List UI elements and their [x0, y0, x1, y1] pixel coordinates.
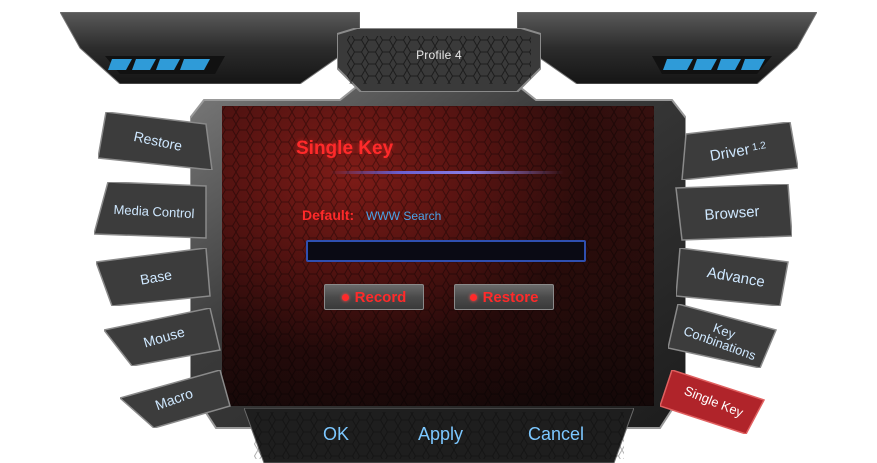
tab-single-key[interactable]: Single Key [660, 370, 780, 434]
record-button-label: Record [354, 288, 407, 306]
tab-media-control-label: Media Control [113, 201, 195, 221]
restore-dot-icon [469, 293, 477, 301]
left-top-wing-decoration [60, 12, 360, 84]
restore-button[interactable]: Restore [454, 284, 554, 310]
right-top-wing-decoration [517, 12, 817, 84]
tab-browser-label: Browser [703, 202, 761, 224]
cancel-button[interactable]: Cancel [528, 424, 584, 445]
tab-media-control[interactable]: Media Control [94, 182, 214, 240]
software-window: Profile 4 Single Key Default: WWW Search… [0, 0, 877, 463]
page-title: Single Key [296, 138, 394, 159]
driver-version: 1.2 [751, 140, 767, 154]
profile-label: Profile 4 [416, 48, 462, 62]
apply-button[interactable]: Apply [418, 424, 463, 445]
tab-browser[interactable]: Browser [672, 184, 792, 242]
default-value: WWW Search [366, 209, 442, 223]
default-label: Default: [302, 207, 355, 223]
tab-key-conbinations[interactable]: Key Conbinations [668, 304, 788, 368]
tab-driver-text: Driver [708, 140, 751, 165]
ok-button[interactable]: OK [323, 424, 349, 445]
restore-button-label: Restore [482, 288, 539, 306]
title-underline [330, 171, 564, 174]
tab-restore[interactable]: Restore [98, 112, 218, 170]
record-dot-icon [341, 293, 349, 301]
tab-driver[interactable]: Driver 1.2 [678, 122, 798, 180]
tab-macro[interactable]: Macro [120, 370, 240, 428]
key-input-field[interactable] [306, 240, 586, 262]
record-button[interactable]: Record [324, 284, 424, 310]
